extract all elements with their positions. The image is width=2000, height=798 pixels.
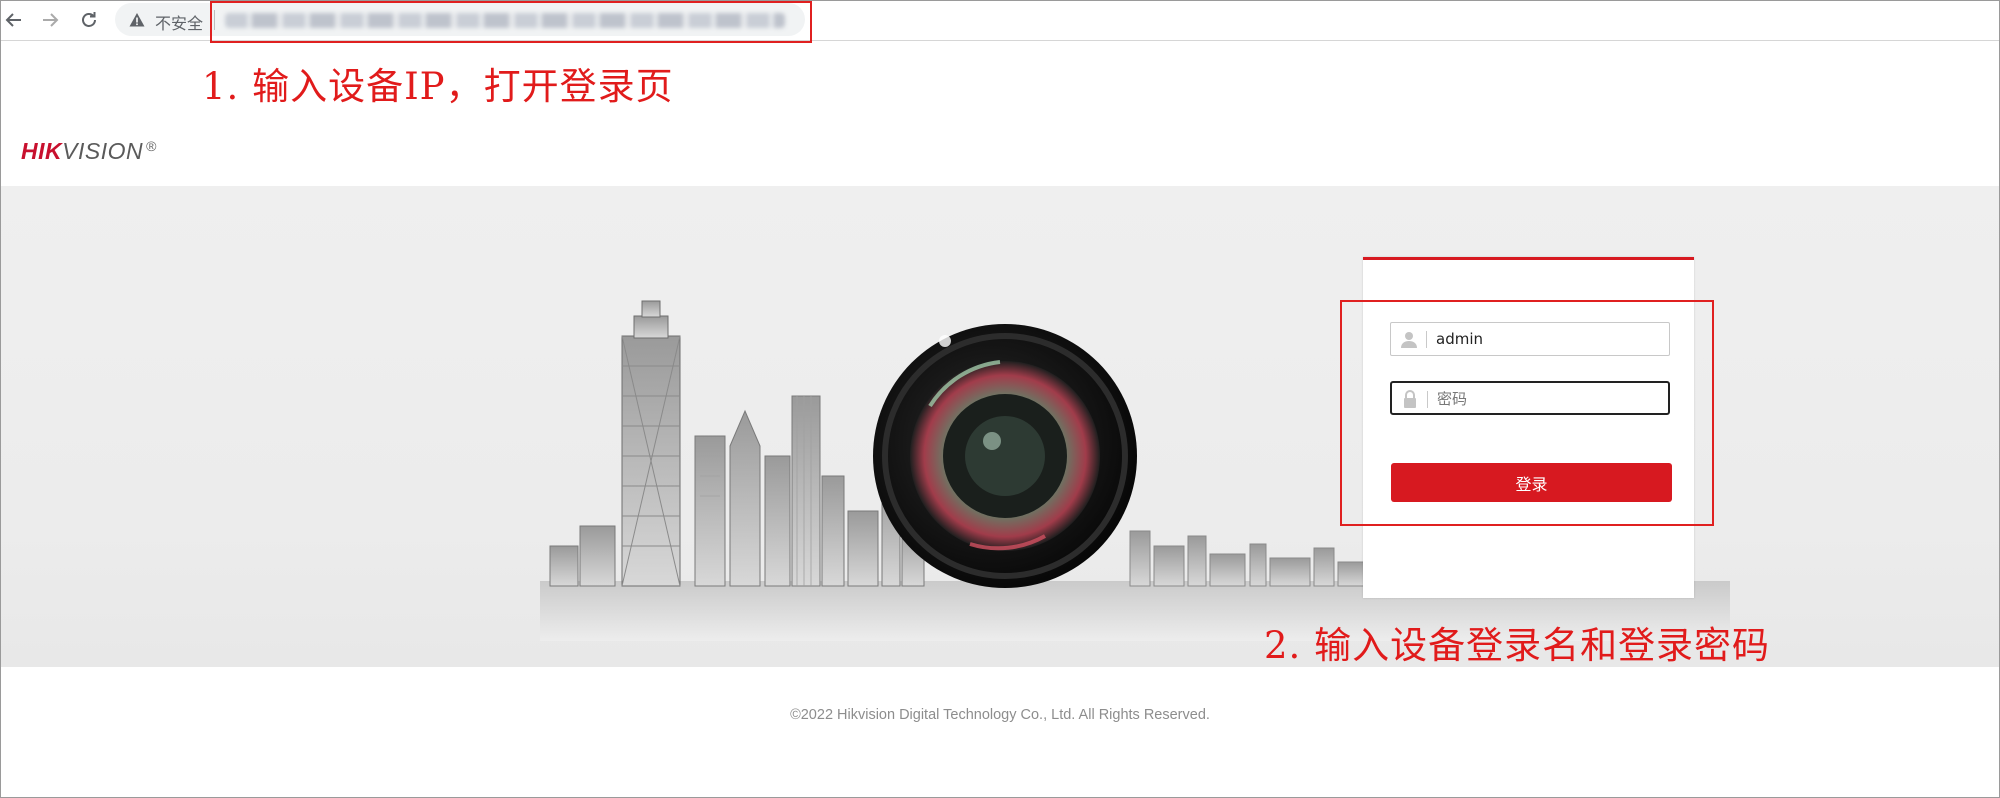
copyright-footer: ©2022 Hikvision Digital Technology Co., …	[790, 707, 1210, 723]
back-arrow-icon[interactable]	[0, 6, 28, 34]
reload-icon[interactable]	[75, 6, 103, 34]
url-highlight-box	[210, 1, 812, 43]
logo-hik-text: HIK	[21, 138, 63, 164]
forward-arrow-icon[interactable]	[36, 6, 64, 34]
logo-vision-text: VISION	[62, 138, 144, 164]
logo-registered-mark: ®	[146, 138, 157, 154]
warning-triangle-icon	[129, 13, 145, 27]
login-highlight-box	[1340, 300, 1714, 526]
annotation-step1: 1. 输入设备IP，打开登录页	[202, 65, 674, 108]
hikvision-logo: HIKVISION ®	[21, 138, 157, 165]
security-status-label: 不安全	[155, 14, 204, 33]
annotation-step2: 2. 输入设备登录名和登录密码	[1264, 624, 1771, 667]
